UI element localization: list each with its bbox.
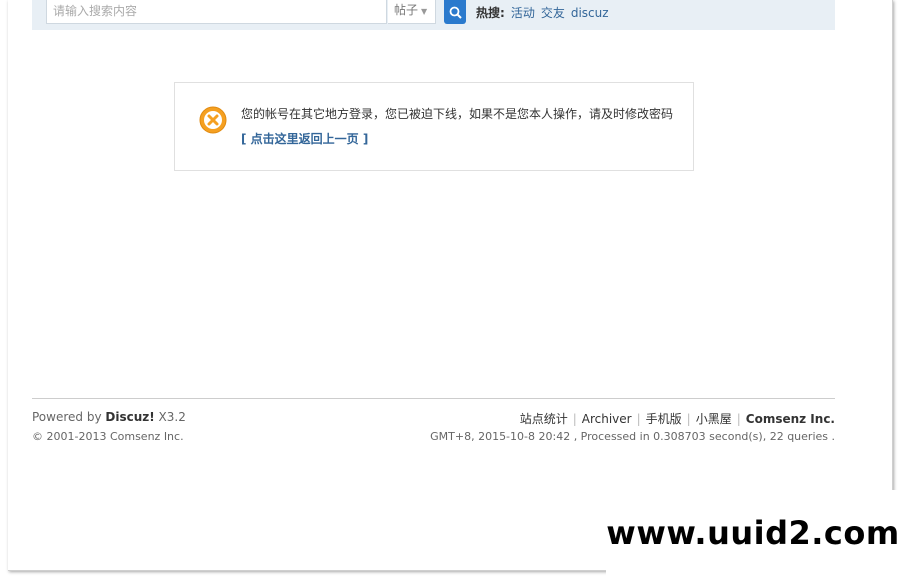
search-button[interactable] bbox=[444, 0, 466, 24]
powered-prefix: Powered by bbox=[32, 410, 106, 424]
powered-brand-link[interactable]: Discuz! bbox=[105, 410, 154, 424]
footer-link-comsenz[interactable]: Comsenz Inc. bbox=[741, 412, 835, 426]
back-link[interactable]: [ 点击这里返回上一页 ] bbox=[241, 130, 368, 147]
chevron-down-icon: ▼ bbox=[421, 7, 428, 16]
footer-link-stats[interactable]: 站点统计 bbox=[520, 410, 573, 427]
watermark-text: www.uuid2.com bbox=[606, 514, 900, 552]
search-type-label: 帖子 bbox=[394, 3, 419, 17]
search-input[interactable]: 请输入搜索内容 bbox=[46, 0, 387, 24]
search-icon bbox=[449, 6, 462, 19]
footer-link-darkroom[interactable]: 小黑屋 bbox=[691, 410, 737, 427]
footer-divider bbox=[32, 398, 835, 399]
watermark: www.uuid2.com bbox=[606, 490, 900, 576]
alert-message-text: 您的帐号在其它地方登录，您已被迫下线，如果不是您本人操作，请及时修改密码 bbox=[241, 107, 674, 121]
powered-version: X3.2 bbox=[154, 410, 186, 424]
server-info: GMT+8, 2015-10-8 20:42 , Processed in 0.… bbox=[430, 430, 835, 443]
hot-search-link[interactable]: discuz bbox=[571, 6, 609, 20]
hot-search-label: 热搜: bbox=[476, 6, 505, 20]
footer-links: 站点统计 | Archiver | 手机版 | 小黑屋 | Comsenz Inc. bbox=[520, 410, 835, 427]
powered-by: Powered by Discuz! X3.2 bbox=[32, 410, 186, 424]
error-icon bbox=[199, 106, 227, 134]
footer-link-mobile[interactable]: 手机版 bbox=[641, 410, 687, 427]
copyright: © 2001-2013 Comsenz Inc. bbox=[32, 430, 184, 443]
hot-search-link[interactable]: 交友 bbox=[541, 6, 565, 20]
hot-searches: 热搜: 活动 交友 discuz bbox=[476, 4, 609, 21]
hot-search-link[interactable]: 活动 bbox=[511, 6, 535, 20]
search-type-select[interactable]: 帖子 ▼ bbox=[388, 0, 436, 24]
alert-message-box: 您的帐号在其它地方登录，您已被迫下线，如果不是您本人操作，请及时修改密码 [ 点… bbox=[174, 82, 694, 171]
footer-link-archiver[interactable]: Archiver bbox=[577, 412, 637, 426]
